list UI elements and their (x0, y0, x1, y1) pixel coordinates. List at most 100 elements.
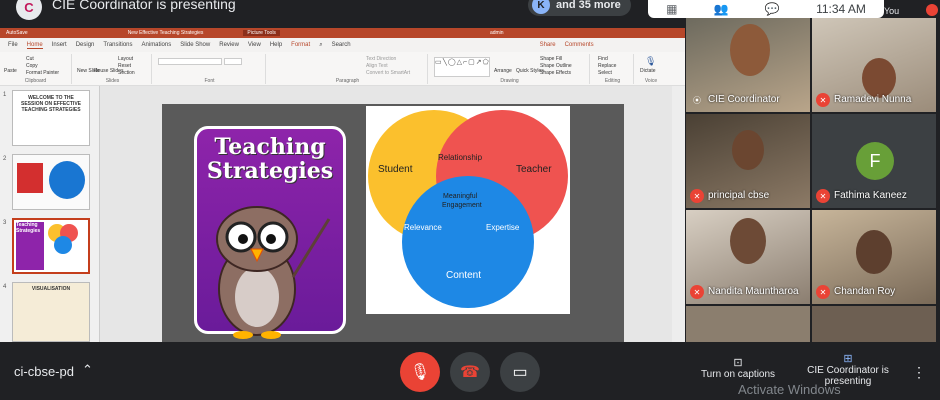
tab-format[interactable]: Format (291, 42, 310, 48)
participant-tile[interactable]: ✕ Chandan Roy (812, 210, 936, 304)
layout-icon[interactable]: ▦ (666, 2, 677, 16)
participant-name: CIE Coordinator (708, 94, 780, 105)
microphone-icon: 🎙 (645, 56, 657, 66)
tab-insert[interactable]: Insert (52, 42, 67, 48)
chat-icon[interactable]: 💬 (765, 2, 780, 16)
tab-design[interactable]: Design (76, 42, 95, 48)
vertical-scrollbar[interactable] (672, 86, 685, 342)
participant-tile[interactable]: ✕ principal cbse (686, 114, 810, 208)
editing-label: Editing (604, 78, 621, 84)
participant-video (732, 130, 764, 170)
dictate-button[interactable]: Dictate (640, 68, 656, 74)
shapes-gallery[interactable]: ▭╲◯△⌐▢↗⬠ (434, 57, 490, 77)
owl-teacher-icon (216, 206, 331, 339)
venn-diagram[interactable]: Student Teacher Content Relationship Rel… (366, 106, 570, 314)
participant-tile[interactable] (812, 306, 936, 342)
tab-animations[interactable]: Animations (142, 42, 172, 48)
text-direction-button[interactable]: Text Direction (366, 56, 396, 62)
convert-smartart-button[interactable]: Convert to SmartArt (366, 70, 410, 76)
tab-slide-show[interactable]: Slide Show (180, 42, 210, 48)
tab-review[interactable]: Review (219, 42, 239, 48)
shape-fill-button[interactable]: Shape Fill (540, 56, 562, 62)
tab-view[interactable]: View (248, 42, 261, 48)
participant-name: principal cbse (708, 190, 770, 201)
slide-thumbnail-selected[interactable]: Teaching Strategies (12, 218, 90, 274)
shape-effects-button[interactable]: Shape Effects (540, 70, 571, 76)
slides-label: Slides (105, 78, 120, 84)
participant-tile[interactable] (686, 306, 810, 342)
tab-help[interactable]: Help (270, 42, 282, 48)
find-button[interactable]: Find (598, 56, 608, 62)
participant-tile[interactable]: ✕ Nandita Mauntharoa (686, 210, 810, 304)
voice-label: Voice (644, 78, 658, 84)
copy-button[interactable]: Copy (26, 63, 38, 69)
thumb-text: VISUALISATION (31, 286, 71, 292)
font-name-field[interactable] (158, 58, 222, 65)
tab-home[interactable]: Home (26, 42, 43, 49)
camera-toggle-button[interactable]: ▭ (500, 352, 540, 392)
teaching-strategies-card[interactable]: Teaching Strategies (194, 126, 346, 339)
slides-group: New Slide Reuse Slides Layout Reset Sect… (74, 54, 152, 84)
mic-off-icon: ✕ (690, 285, 704, 299)
participant-tile[interactable]: F ✕ Fathima Kaneez (812, 114, 936, 208)
tab-transitions[interactable]: Transitions (103, 42, 132, 48)
people-icon[interactable]: 👥 (714, 2, 729, 16)
cut-button[interactable]: Cut (26, 56, 34, 62)
mic-toggle-button[interactable]: 🎙 (400, 352, 440, 392)
participant-tile[interactable]: ⦿ CIE Coordinator (686, 18, 810, 112)
thumb-number: 4 (3, 284, 7, 290)
slide-thumbnail[interactable]: WELCOME TO THE SESSION ON EFFECTIVE TEAC… (12, 90, 90, 146)
paste-button[interactable]: Paste (4, 68, 17, 74)
venn-label-center-1: Meaningful (443, 193, 478, 200)
venn-label-student: Student (378, 164, 413, 175)
captions-icon: ⊡ (733, 357, 743, 369)
present-icon: ⊞ (843, 353, 853, 365)
select-button[interactable]: Select (598, 70, 612, 76)
slide-canvas[interactable]: Teaching Strategies Student Teacher Cont… (162, 104, 624, 342)
chevron-up-icon[interactable]: ⌃ (82, 362, 93, 378)
shape-outline-button[interactable]: Shape Outline (540, 63, 572, 69)
slide-thumbnail[interactable] (12, 154, 90, 210)
layout-button[interactable]: Layout (118, 56, 133, 62)
captions-button[interactable]: ⊡ Turn on captions (700, 356, 776, 380)
presenter-avatar: C (16, 0, 42, 20)
ppt-title-bar: AutoSave New Effective Teaching Strategi… (0, 28, 685, 38)
reset-button[interactable]: Reset (118, 63, 131, 69)
ribbon-tabs: File Home Insert Design Transitions Anim… (0, 38, 685, 52)
clipboard-label: Clipboard (24, 78, 47, 84)
thumb-number: 2 (3, 156, 7, 162)
autosave-label[interactable]: AutoSave (6, 30, 28, 36)
arrange-button[interactable]: Arrange (494, 68, 512, 74)
comments-button[interactable]: Comments (565, 42, 594, 48)
replace-button[interactable]: Replace (598, 63, 616, 69)
share-button[interactable]: Share (540, 42, 556, 48)
tab-file[interactable]: File (8, 42, 18, 48)
slide-thumbnails: 1 WELCOME TO THE SESSION ON EFFECTIVE TE… (0, 86, 100, 342)
meet-bottom-bar: ci-cbse-pd ⌃ 🎙 ☎ ▭ ⊡ Turn on captions ⊞ … (0, 342, 940, 400)
venn-label-relationship: Relationship (438, 153, 483, 162)
participants-pill[interactable]: K and 35 more (528, 0, 631, 16)
mic-off-icon: ✕ (816, 285, 830, 299)
top-toolbar: ▦ 👥 💬 11:34 AM (648, 0, 884, 18)
venn-label-content: Content (446, 270, 481, 281)
venn-label-expertise: Expertise (486, 223, 520, 232)
format-painter-button[interactable]: Format Painter (26, 70, 59, 76)
font-size-field[interactable] (224, 58, 242, 65)
picture-tools-label: Picture Tools (243, 30, 280, 36)
mic-off-icon: ✕ (816, 93, 830, 107)
participant-name: Nandita Mauntharoa (708, 286, 799, 297)
leave-call-button[interactable]: ☎ (450, 352, 490, 392)
search-icon[interactable]: ⌕ (319, 42, 322, 49)
card-title-line-1: Teaching (214, 134, 326, 160)
more-options-icon[interactable]: ⋮ (912, 364, 926, 381)
participant-tile[interactable]: ✕ Ramadevi Nunna (812, 18, 936, 112)
tab-search[interactable]: Search (332, 42, 351, 48)
editing-group: Find Replace Select Editing (592, 54, 634, 84)
ribbon: Paste Cut Copy Format Painter Clipboard … (0, 52, 685, 86)
slide-thumbnail[interactable]: VISUALISATION (12, 282, 90, 342)
section-button[interactable]: Section (118, 70, 135, 76)
align-text-button[interactable]: Align Text (366, 63, 388, 69)
presenting-text: CIE Coordinator is presenting (52, 0, 236, 12)
meeting-code[interactable]: ci-cbse-pd (14, 364, 74, 379)
clipboard-group: Paste Cut Copy Format Painter Clipboard (0, 54, 72, 84)
